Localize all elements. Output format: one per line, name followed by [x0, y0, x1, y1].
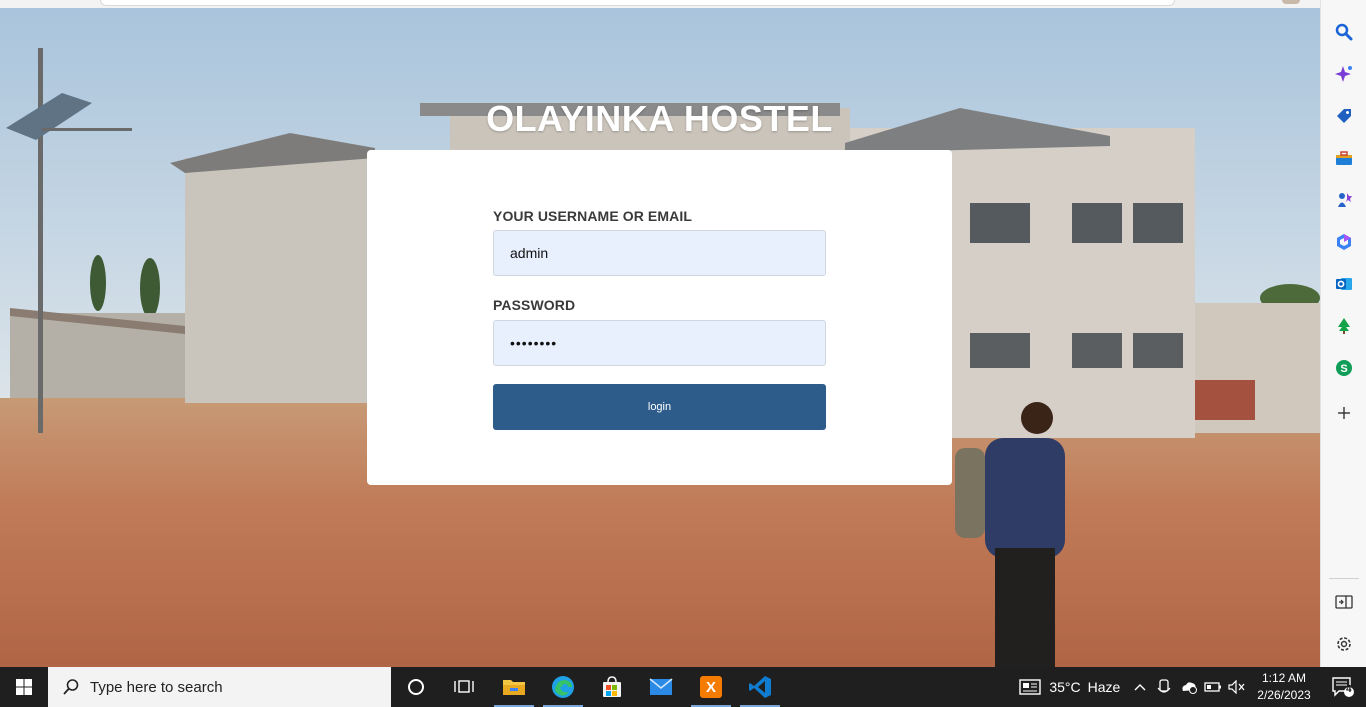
cortana-icon[interactable] [392, 667, 440, 707]
task-view-icon[interactable] [440, 667, 488, 707]
mail-icon[interactable] [637, 667, 685, 707]
login-card: YOUR USERNAME OR EMAIL admin PASSWORD ••… [367, 150, 952, 485]
news-icon[interactable] [1016, 667, 1044, 707]
page-viewport: OLAYINKA HOSTEL YOUR USERNAME OR EMAIL a… [0, 8, 1320, 667]
start-icon [16, 679, 32, 695]
chevron-up-icon[interactable] [1130, 667, 1150, 707]
office-icon[interactable] [1332, 230, 1356, 254]
meet-now-icon[interactable] [1154, 667, 1174, 707]
battery-icon[interactable] [1202, 667, 1224, 707]
browser-top-strip [0, 0, 1320, 8]
shopping-tag-icon[interactable] [1332, 104, 1356, 128]
system-clock[interactable]: 1:12 AM 2/26/2023 [1248, 667, 1320, 707]
profile-avatar[interactable] [1282, 0, 1300, 4]
taskbar: Type here to search X 35°C Haze 1:12 AM … [0, 667, 1366, 707]
outlook-icon[interactable] [1332, 272, 1356, 296]
clock-time: 1:12 AM [1261, 671, 1307, 685]
weather-temperature: 35°C [1049, 679, 1081, 695]
username-label: YOUR USERNAME OR EMAIL [493, 208, 692, 224]
settings-icon[interactable] [1332, 632, 1356, 656]
search-magnifier-icon [63, 679, 79, 695]
taskbar-search[interactable]: Type here to search [48, 667, 391, 707]
vscode-icon[interactable] [736, 667, 784, 707]
add-icon[interactable] [1332, 401, 1356, 425]
page-title: OLAYINKA HOSTEL [486, 98, 833, 139]
notification-center-icon[interactable]: 4 [1320, 667, 1366, 707]
login-button[interactable]: login [493, 384, 826, 430]
network-icon[interactable] [1178, 667, 1200, 707]
clock-date: 2/26/2023 [1257, 688, 1311, 702]
weather-condition: Haze [1087, 679, 1121, 695]
password-label: PASSWORD [493, 297, 576, 313]
password-input[interactable]: •••••••• [493, 320, 826, 366]
skype-icon[interactable]: S [1332, 356, 1356, 380]
toolbox-icon[interactable] [1332, 146, 1356, 170]
start-button[interactable] [0, 667, 48, 707]
browser-sidebar: S [1320, 0, 1366, 667]
address-bar[interactable] [100, 0, 1175, 6]
svg-text:X: X [706, 679, 716, 696]
store-icon[interactable] [588, 667, 636, 707]
username-value: admin [510, 245, 549, 261]
volume-muted-icon[interactable] [1226, 667, 1248, 707]
search-placeholder: Type here to search [90, 678, 223, 696]
sidebar-divider [1329, 578, 1359, 579]
file-explorer-icon[interactable] [490, 667, 538, 707]
search-icon[interactable] [1332, 20, 1356, 44]
tree-icon[interactable] [1332, 314, 1356, 338]
split-screen-icon[interactable] [1332, 590, 1356, 614]
copilot-icon[interactable] [1332, 62, 1356, 86]
notification-badge: 4 [1346, 684, 1352, 695]
games-icon[interactable] [1332, 188, 1356, 212]
xampp-icon[interactable]: X [687, 667, 735, 707]
username-input[interactable]: admin [493, 230, 826, 276]
edge-icon[interactable] [539, 667, 587, 707]
svg-text:S: S [1340, 363, 1347, 375]
password-value: •••••••• [510, 335, 558, 351]
